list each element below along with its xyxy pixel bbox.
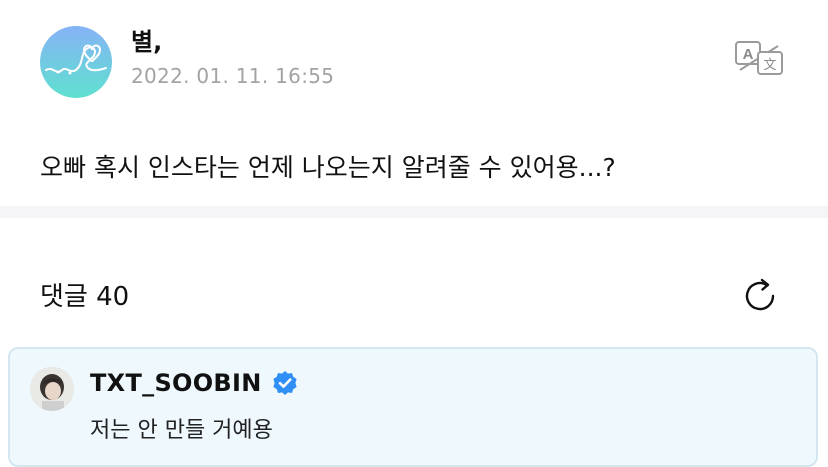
- post-author-name[interactable]: 별,: [131, 26, 162, 58]
- post-content: 오빠 혹시 인스타는 언제 나오는지 알려줄 수 있어용...?: [40, 153, 616, 182]
- comment-text: 저는 안 만들 거예용: [90, 418, 273, 443]
- svg-text:文: 文: [763, 58, 776, 73]
- comment-author-name[interactable]: TXT_SOOBIN: [90, 367, 262, 399]
- verified-badge-icon: [272, 370, 298, 396]
- translate-button[interactable]: A 文: [734, 40, 786, 76]
- comments-count-header: 댓글 40: [40, 282, 130, 312]
- svg-text:A: A: [743, 46, 754, 63]
- profile-photo: [30, 367, 74, 411]
- refresh-button[interactable]: [740, 276, 780, 316]
- refresh-icon: [745, 278, 775, 311]
- post-header: 별, 2022. 01. 11. 16:55 A 文: [0, 0, 828, 120]
- post-timestamp: 2022. 01. 11. 16:55: [131, 64, 335, 88]
- comment-item[interactable]: TXT_SOOBIN 저는 안 만들 거예용: [8, 347, 818, 467]
- author-avatar[interactable]: [40, 26, 112, 98]
- section-divider: [0, 206, 828, 218]
- avatar-heart-art: [40, 26, 112, 98]
- comment-author-avatar[interactable]: [30, 367, 74, 411]
- translate-icon: A 文: [735, 41, 783, 75]
